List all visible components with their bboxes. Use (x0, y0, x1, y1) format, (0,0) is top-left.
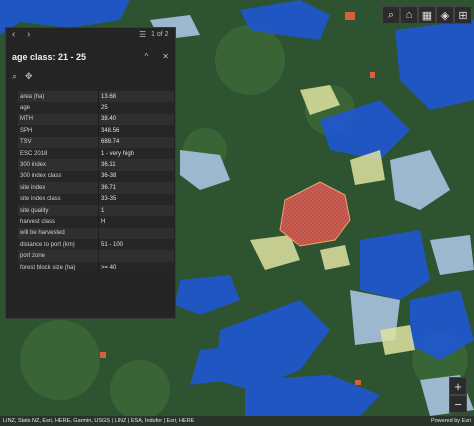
attribute-value: 36-38 (98, 170, 174, 183)
next-feature-icon[interactable]: › (27, 29, 30, 40)
attribute-value: 1 - very high (98, 147, 174, 160)
attribute-key: SPH (18, 125, 99, 137)
attribution-bar: LINZ, Stats NZ, Esri, HERE, Garmin, USGS… (0, 416, 474, 426)
attribution-text: LINZ, Stats NZ, Esri, HERE, Garmin, USGS… (3, 418, 195, 424)
attribute-value: 36.71 (98, 182, 174, 194)
popup-nav: ‹ › ☰ 1 of 2 (6, 28, 175, 43)
popup-title-buttons: ^ ✕ (145, 52, 169, 61)
attribute-row: ESC 2018 1 - very high (18, 147, 174, 160)
attribute-key: age (18, 102, 99, 114)
attribute-value: 13.68 (98, 91, 174, 103)
attribute-key: site index (18, 182, 99, 194)
attribute-value: 348.56 (98, 125, 174, 137)
search-icon[interactable]: ⌕ (382, 6, 400, 24)
attribute-row: site index class 33-35 (18, 193, 174, 205)
attribute-row: port zone (18, 250, 174, 262)
attribute-value (98, 227, 174, 240)
attribute-key: TSV (18, 136, 99, 148)
attribute-row: MTH 38.40 (18, 113, 174, 126)
zoom-out-button[interactable]: − (449, 395, 467, 413)
attribute-key: site index class (18, 193, 99, 205)
attribute-key: harvest class (18, 216, 99, 228)
feature-popup: ‹ › ☰ 1 of 2 age class: 21 - 25 ^ ✕ ⌕ ✥ … (5, 27, 176, 319)
attribute-row: will be harvested (18, 227, 174, 240)
map-icon[interactable]: ▦ (418, 6, 436, 24)
attribute-table: area (ha) 13.68 age 25 MTH 38.40 SPH 348.56 TSV 6… (18, 91, 174, 274)
attribute-row: site quality 1 (18, 204, 174, 217)
move-icon[interactable]: ✥ (25, 71, 33, 82)
attribute-key: 300 index class (18, 170, 99, 183)
attribute-row: site index 36.71 (18, 182, 174, 194)
attribute-key: ESC 2018 (18, 147, 99, 160)
attribute-value: H (98, 216, 174, 228)
attribute-row: distance to port (km) 51 - 100 (18, 239, 174, 251)
close-icon[interactable]: ✕ (162, 52, 169, 61)
attribute-value: 25 (98, 102, 174, 114)
home-icon[interactable]: ⌂ (400, 6, 418, 24)
attribute-key: port zone (18, 250, 99, 262)
zoom-in-button[interactable]: + (449, 377, 467, 395)
attribute-row: harvest class H (18, 216, 174, 228)
attribute-key: distance to port (km) (18, 239, 99, 251)
attribute-value (98, 250, 174, 262)
attribute-key: MTH (18, 113, 99, 126)
attribute-row: area (ha) 13.68 (18, 91, 174, 103)
attribute-row: TSV 689.74 (18, 136, 174, 148)
attribute-value: 38.40 (98, 113, 174, 126)
attribute-key: 300 index (18, 159, 99, 171)
attribute-key: area (ha) (18, 91, 99, 103)
attribute-value: 689.74 (98, 136, 174, 148)
attribute-row: age 25 (18, 102, 174, 114)
attribute-value: 33-35 (98, 193, 174, 205)
attribute-key: site quality (18, 204, 99, 217)
powered-by-link[interactable]: Powered by Esri (431, 418, 471, 424)
layers-icon[interactable]: ◈ (436, 6, 454, 24)
attribute-row: 300 index 36.11 (18, 159, 174, 171)
attribute-value: 36.11 (98, 159, 174, 171)
feature-list-icon[interactable]: ☰ (139, 30, 146, 39)
page-indicator: 1 of 2 (151, 31, 169, 38)
attribute-row: SPH 348.56 (18, 125, 174, 137)
attribute-value: >= 40 (98, 261, 174, 274)
attribute-value: 1 (98, 204, 174, 217)
attribute-key: forest block size (ha) (18, 261, 99, 274)
attribute-row: forest block size (ha) >= 40 (18, 261, 174, 274)
attribute-key: will be harvested (18, 227, 99, 240)
attribute-row: 300 index class 36-38 (18, 170, 174, 183)
zoom-to-icon[interactable]: ⌕ (12, 71, 17, 82)
popup-tools: ⌕ ✥ (12, 71, 33, 82)
prev-feature-icon[interactable]: ‹ (12, 29, 15, 40)
basemap-icon[interactable]: ⊞ (454, 6, 472, 24)
popup-title: age class: 21 - 25 (12, 52, 87, 62)
collapse-icon[interactable]: ^ (145, 52, 149, 61)
attribute-value: 51 - 100 (98, 239, 174, 251)
